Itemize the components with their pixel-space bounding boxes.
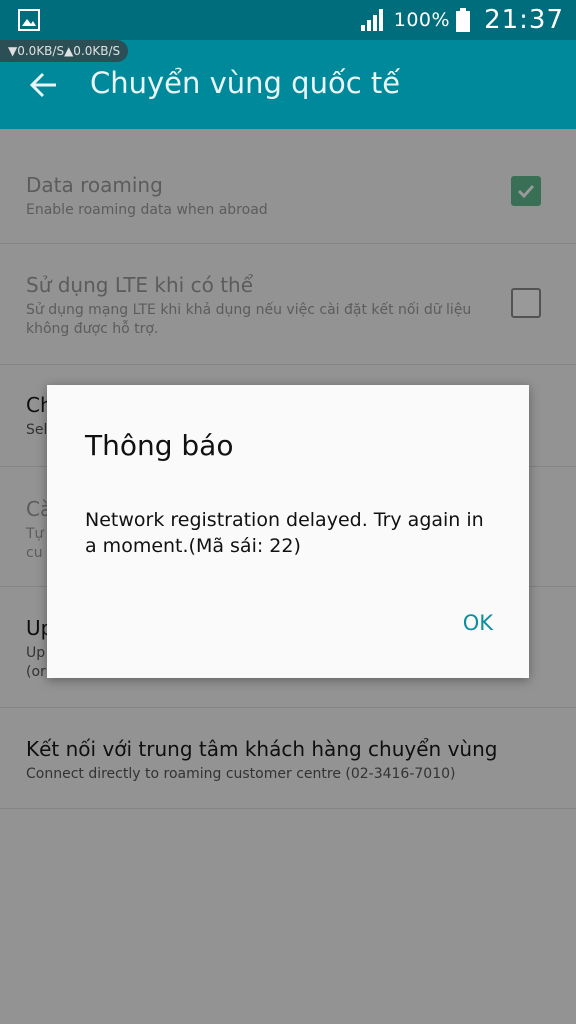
gallery-notification-icon (18, 9, 40, 31)
network-speed-indicator: ▼0.0KB/S▲0.0KB/S (0, 40, 129, 62)
ok-button[interactable]: OK (449, 607, 507, 639)
dialog-message: Network registration delayed. Try again … (85, 509, 484, 557)
alert-dialog: Thông báo Network registration delayed. … (47, 385, 529, 678)
clock: 21:37 (484, 5, 564, 35)
signal-strength-icon (360, 9, 383, 31)
back-arrow-icon[interactable] (28, 70, 60, 100)
dialog-title: Thông báo (85, 429, 234, 462)
status-indicators: 100% 21:37 (360, 0, 564, 40)
battery-percent: 100% (393, 9, 451, 31)
battery-icon (456, 8, 471, 32)
status-bar: 100% 21:37 (0, 0, 576, 40)
page-title: Chuyển vùng quốc tế (90, 66, 401, 100)
